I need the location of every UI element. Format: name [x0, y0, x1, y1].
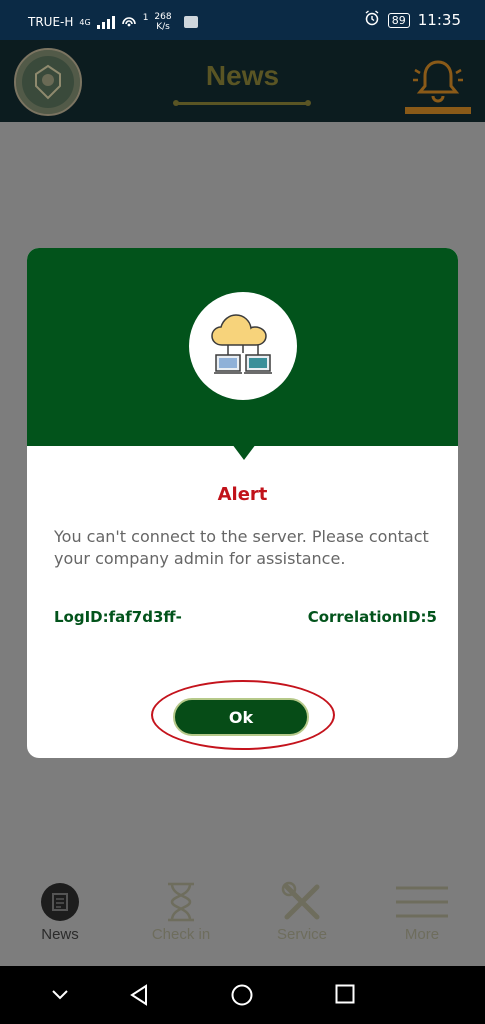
dialog-icon-circle: [189, 292, 297, 400]
bell-underline: [405, 107, 471, 114]
title-underline: [173, 100, 311, 106]
alarm-icon: [364, 10, 380, 30]
tab-label: Service: [276, 926, 328, 943]
tab-more[interactable]: More: [372, 878, 472, 943]
tab-service[interactable]: Service: [252, 878, 352, 943]
app-bar: News: [0, 40, 485, 122]
log-id: LogID:faf7d3ff-: [54, 608, 182, 626]
sim-icon: [183, 16, 198, 28]
recents-icon[interactable]: [335, 984, 355, 1004]
cloud-network-icon: [211, 314, 272, 374]
tab-label: More: [404, 926, 440, 943]
status-bar: TRUE-H 4G 1 268 K/s 89 11:35: [0, 0, 485, 40]
header-pointer: [232, 444, 256, 460]
tab-label: News: [41, 926, 79, 943]
network-speed: 268 K/s: [154, 12, 172, 32]
back-icon[interactable]: [128, 984, 150, 1006]
hourglass-icon: [168, 882, 194, 922]
ok-button[interactable]: Ok: [173, 698, 309, 736]
notifications-button[interactable]: [405, 58, 471, 114]
bell-icon: [413, 60, 463, 103]
signal-icon: [96, 15, 115, 29]
correlation-id: CorrelationID:5: [307, 608, 437, 626]
data-indicator: 1: [142, 13, 149, 23]
battery-icon: 89: [387, 12, 410, 28]
home-icon[interactable]: [231, 984, 253, 1006]
tools-icon: [281, 881, 320, 920]
alert-dialog: Alert You can't connect to the server. P…: [27, 248, 458, 758]
system-nav-bar: [0, 966, 485, 1024]
tab-check-in[interactable]: Check in: [131, 878, 231, 943]
bottom-tab-bar: News Check in Service More: [0, 870, 485, 966]
news-icon: [41, 883, 79, 921]
wifi-hotspot-icon: [121, 14, 137, 31]
network-type: 4G: [79, 17, 91, 27]
menu-icon: [396, 886, 448, 918]
clock: 11:35: [417, 11, 461, 29]
carrier-label: TRUE-H: [28, 15, 74, 29]
tab-news[interactable]: News: [10, 878, 110, 943]
dialog-title: Alert: [217, 484, 268, 505]
dialog-message: You can't connect to the server. Please …: [54, 527, 429, 568]
tab-label: Check in: [151, 926, 211, 943]
nav-down-icon[interactable]: [50, 988, 70, 1002]
